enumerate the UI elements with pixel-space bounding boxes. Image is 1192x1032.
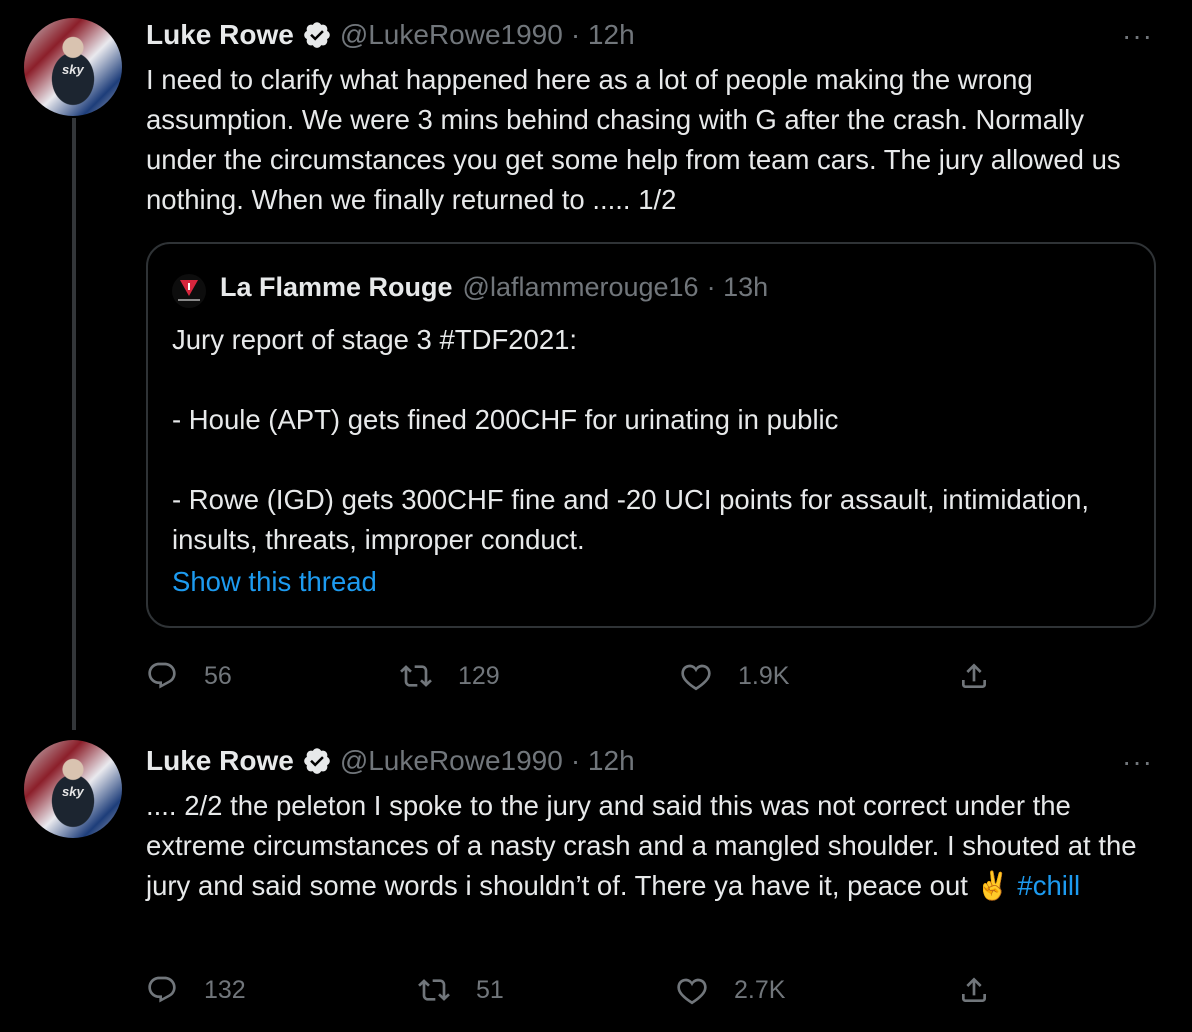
retweet-button[interactable]: 129 bbox=[400, 656, 500, 696]
like-icon bbox=[681, 664, 711, 691]
flamme-rouge-logo-icon bbox=[178, 280, 200, 301]
author-handle[interactable]: @LukeRowe1990 bbox=[340, 19, 563, 51]
author-name[interactable]: Luke Rowe bbox=[146, 745, 294, 777]
more-icon[interactable]: ··· bbox=[1122, 748, 1153, 776]
like-icon bbox=[677, 978, 707, 1005]
share-icon bbox=[962, 977, 986, 1002]
timestamp[interactable]: · 12h bbox=[571, 19, 635, 51]
verified-icon bbox=[304, 748, 330, 774]
quoted-avatar bbox=[172, 274, 206, 308]
share-button[interactable] bbox=[958, 656, 1016, 696]
thread-connector-line bbox=[72, 118, 76, 730]
quoted-timestamp[interactable]: · 13h bbox=[707, 272, 769, 303]
retweet-icon bbox=[418, 979, 450, 1001]
reply-button[interactable]: 56 bbox=[146, 656, 232, 696]
tweet-text: .... 2/2 the peleton I spoke to the jury… bbox=[146, 786, 1156, 906]
reply-button[interactable]: 132 bbox=[146, 970, 246, 1010]
more-icon[interactable]: ··· bbox=[1122, 22, 1153, 50]
reply-count: 56 bbox=[204, 661, 232, 690]
tweet-actions: 132 51 2.7K bbox=[146, 970, 1156, 1010]
like-count: 2.7K bbox=[734, 975, 786, 1004]
reply-count: 132 bbox=[204, 975, 246, 1004]
retweet-button[interactable]: 51 bbox=[418, 970, 504, 1010]
share-icon bbox=[962, 663, 986, 688]
quoted-author-handle[interactable]: @laflammerouge16 bbox=[463, 272, 699, 303]
retweet-count: 51 bbox=[476, 975, 504, 1004]
avatar[interactable]: sky bbox=[24, 740, 122, 838]
like-button[interactable]: 2.7K bbox=[676, 970, 785, 1010]
author-handle[interactable]: @LukeRowe1990 bbox=[340, 745, 563, 777]
like-count: 1.9K bbox=[738, 661, 790, 690]
reply-icon bbox=[148, 976, 176, 1003]
tweet-text-body: .... 2/2 the peleton I spoke to the jury… bbox=[146, 790, 1137, 901]
author-name[interactable]: Luke Rowe bbox=[146, 19, 294, 51]
retweet-count: 129 bbox=[458, 661, 500, 690]
quoted-tweet-text: Jury report of stage 3 #TDF2021: - Houle… bbox=[172, 324, 1090, 555]
tweet-header: Luke Rowe @LukeRowe1990 · 12h bbox=[146, 17, 635, 53]
tweet-text: I need to clarify what happened here as … bbox=[146, 64, 1121, 215]
quoted-author-name[interactable]: La Flamme Rouge bbox=[220, 272, 453, 303]
show-thread-link[interactable]: Show this thread bbox=[172, 566, 377, 598]
tweet-actions: 56 129 1.9K bbox=[146, 656, 1156, 696]
reply-icon bbox=[148, 662, 176, 689]
verified-icon bbox=[304, 22, 330, 48]
avatar-logo-text: sky bbox=[62, 62, 84, 77]
hashtag-link[interactable]: #chill bbox=[1017, 870, 1080, 901]
avatar-logo-text: sky bbox=[62, 784, 84, 799]
like-button[interactable]: 1.9K bbox=[680, 656, 789, 696]
tweet-header: Luke Rowe @LukeRowe1990 · 12h bbox=[146, 743, 635, 779]
quoted-tweet-header: La Flamme Rouge @laflammerouge16 · 13h bbox=[220, 272, 768, 303]
share-button[interactable] bbox=[958, 970, 1016, 1010]
retweet-icon bbox=[400, 665, 432, 687]
avatar[interactable]: sky bbox=[24, 18, 122, 116]
timestamp[interactable]: · 12h bbox=[571, 745, 635, 777]
quoted-tweet[interactable]: La Flamme Rouge @laflammerouge16 · 13h J… bbox=[146, 242, 1156, 628]
